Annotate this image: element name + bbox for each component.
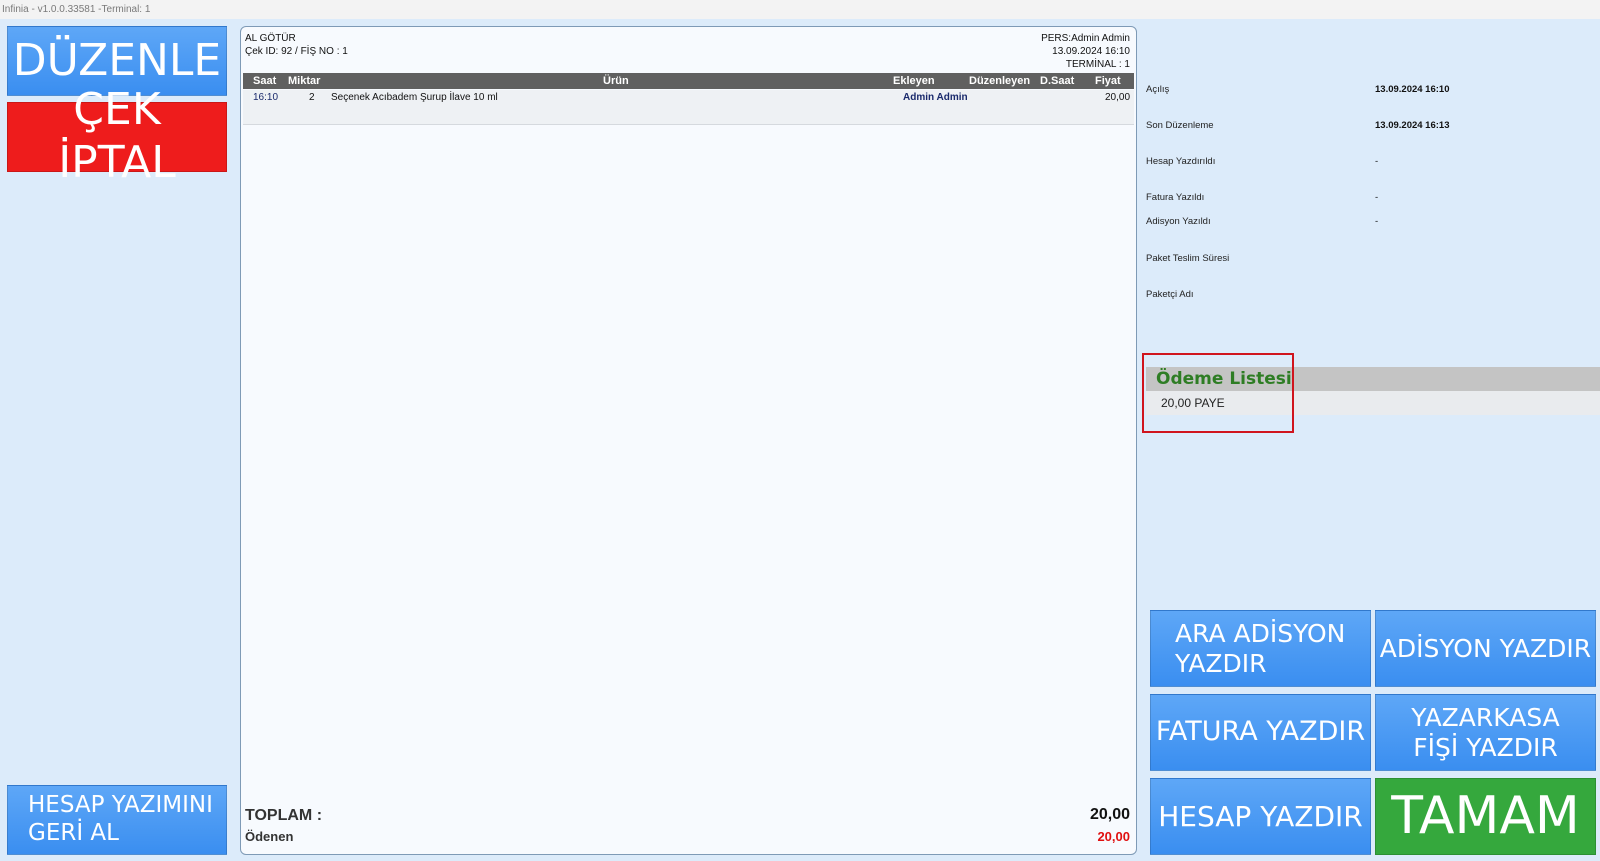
personnel: PERS:Admin Admin [1041,33,1130,44]
info-label-fatura-yazildi: Fatura Yazıldı [1146,192,1205,203]
cash-register-label-2: FİŞİ YAZDIR [1413,732,1558,762]
cancel-check-button[interactable]: ÇEK İPTAL [7,84,227,188]
invoice-print-button[interactable]: FATURA YAZDIR [1150,694,1371,771]
receipt-header-left: AL GÖTÜR Çek ID: 92 / FİŞ NO : 1 [245,32,348,58]
total-value: 20,00 [1089,806,1130,823]
receipt-header-right: PERS:Admin Admin 13.09.2024 16:10 TERMİN… [1041,32,1130,71]
bill-print-button[interactable]: ADİSYON YAZDIR [1375,610,1596,687]
col-urun: Ürün [603,75,629,87]
ok-button[interactable]: TAMAM [1375,778,1596,855]
row-miktar: 2 [309,92,315,103]
receipt-datetime: 13.09.2024 16:10 [1052,46,1130,57]
items-table-header: Saat Miktar Ürün Ekleyen Düzenleyen D.Sa… [243,73,1134,89]
order-type: AL GÖTÜR [245,33,296,44]
row-ekleyen: Admin Admin [903,92,968,103]
info-label-paketci-adi: Paketçi Adı [1146,289,1194,300]
info-label-acilis: Açılış [1146,84,1170,95]
info-value-adisyon-yazildi: - [1375,216,1379,227]
col-duzenleyen: Düzenleyen [969,75,1031,87]
receipt-panel: AL GÖTÜR Çek ID: 92 / FİŞ NO : 1 PERS:Ad… [240,26,1137,855]
col-ekleyen: Ekleyen [893,75,935,87]
undo-bill-print-label-1: HESAP YAZIMINI [28,792,213,819]
col-fiyat: Fiyat [1095,75,1121,87]
paid-label: Ödenen [245,829,294,844]
check-info: Çek ID: 92 / FİŞ NO : 1 [245,46,348,57]
info-label-son-duzenleme: Son Düzenleme [1146,120,1214,131]
info-value-fatura-yazildi: - [1375,192,1379,203]
total-label: TOPLAM : [245,807,323,824]
info-value-acilis: 13.09.2024 16:10 [1375,84,1450,95]
cash-register-receipt-button[interactable]: YAZARKASA FİŞİ YAZDIR [1375,694,1596,771]
highlight-box [1142,353,1294,433]
info-value-hesap-yazdirildi: - [1375,156,1379,167]
row-saat: 16:10 [253,92,279,103]
info-value-son-duzenleme: 13.09.2024 16:13 [1375,120,1450,131]
interim-bill-label-1: ARA ADİSYON [1175,618,1346,648]
col-saat: Saat [253,75,277,87]
row-fiyat: 20,00 [1105,92,1131,103]
info-label-hesap-yazdirildi: Hesap Yazdırıldı [1146,156,1216,167]
undo-bill-print-label-2: GERİ AL [28,820,119,846]
info-label-paket-teslim: Paket Teslim Süresi [1146,253,1230,264]
info-label-adisyon-yazildi: Adisyon Yazıldı [1146,216,1211,227]
terminal-label: TERMİNAL : 1 [1065,59,1130,70]
undo-bill-print-button[interactable]: HESAP YAZIMINI GERİ AL [7,785,227,855]
row-urun: Seçenek Acıbadem Şurup İlave 10 ml [331,92,498,103]
table-row[interactable]: 16:10 2 Seçenek Acıbadem Şurup İlave 10 … [243,90,1134,125]
window-title: Infinia - v1.0.0.33581 -Terminal: 1 [0,0,1600,19]
col-miktar: Miktar [288,75,321,87]
interim-bill-print-button[interactable]: ARA ADİSYON YAZDIR [1150,610,1371,687]
account-print-button[interactable]: HESAP YAZDIR [1150,778,1371,855]
col-dsaat: D.Saat [1040,75,1075,87]
paid-value: 20,00 [1097,829,1130,844]
interim-bill-label-2: YAZDIR [1175,648,1267,678]
cash-register-label-1: YAZARKASA [1411,702,1560,732]
